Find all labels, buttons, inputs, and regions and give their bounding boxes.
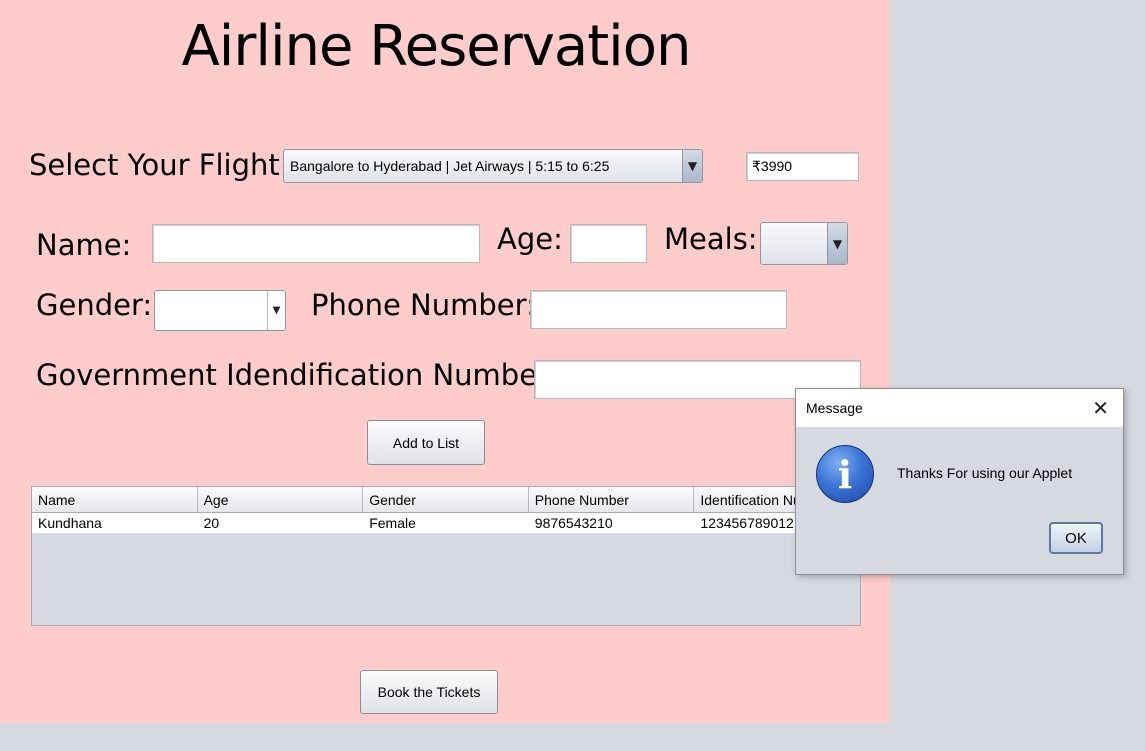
chevron-down-icon: ▼ xyxy=(267,291,285,330)
info-icon: i xyxy=(816,445,874,503)
name-input[interactable] xyxy=(152,224,480,263)
gender-select-value xyxy=(155,291,267,330)
app-panel: Airline Reservation Select Your Flight: … xyxy=(0,0,890,723)
gender-select[interactable]: ▼ xyxy=(154,290,286,331)
gov-id-label: Government Idendification Number: xyxy=(36,358,559,392)
age-label: Age: xyxy=(497,222,563,256)
column-header-age[interactable]: Age xyxy=(198,487,364,512)
table-header: Name Age Gender Phone Number Identificat… xyxy=(32,487,860,513)
name-label: Name: xyxy=(36,228,132,262)
age-input[interactable] xyxy=(570,224,647,263)
table-row[interactable]: Kundhana 20 Female 9876543210 1234567890… xyxy=(32,513,860,533)
flight-select[interactable]: Bangalore to Hyderabad | Jet Airways | 5… xyxy=(283,149,703,183)
chevron-down-icon: ▼ xyxy=(682,150,702,182)
meals-select-value xyxy=(761,223,827,264)
column-header-name[interactable]: Name xyxy=(32,487,198,512)
add-to-list-button[interactable]: Add to List xyxy=(367,420,485,465)
book-tickets-button[interactable]: Book the Tickets xyxy=(360,670,498,714)
page-title: Airline Reservation xyxy=(181,14,692,79)
dialog-message: Thanks For using our Applet xyxy=(897,465,1073,481)
column-header-gender[interactable]: Gender xyxy=(363,487,529,512)
chevron-down-icon: ▼ xyxy=(827,223,847,264)
message-dialog: Message ✕ i Thanks For using our Applet … xyxy=(795,388,1124,575)
dialog-title: Message xyxy=(806,400,863,416)
cell-age: 20 xyxy=(203,515,220,531)
cell-gender: Female xyxy=(369,515,416,531)
phone-label: Phone Number: xyxy=(311,288,536,322)
price-field[interactable]: ₹3990 xyxy=(746,152,859,181)
flight-select-value: Bangalore to Hyderabad | Jet Airways | 5… xyxy=(290,158,610,174)
phone-input[interactable] xyxy=(530,290,787,329)
meals-select[interactable]: ▼ xyxy=(760,222,848,265)
passenger-table: Name Age Gender Phone Number Identificat… xyxy=(31,486,861,626)
meals-label: Meals: xyxy=(664,222,758,256)
column-header-phone[interactable]: Phone Number xyxy=(529,487,695,512)
cell-phone: 9876543210 xyxy=(534,515,613,531)
flight-label: Select Your Flight: xyxy=(29,148,290,182)
dialog-titlebar[interactable]: Message ✕ xyxy=(796,389,1123,427)
cell-name: Kundhana xyxy=(38,515,102,531)
ok-button[interactable]: OK xyxy=(1049,522,1103,554)
gender-label: Gender: xyxy=(36,288,153,322)
close-icon[interactable]: ✕ xyxy=(1092,398,1109,418)
